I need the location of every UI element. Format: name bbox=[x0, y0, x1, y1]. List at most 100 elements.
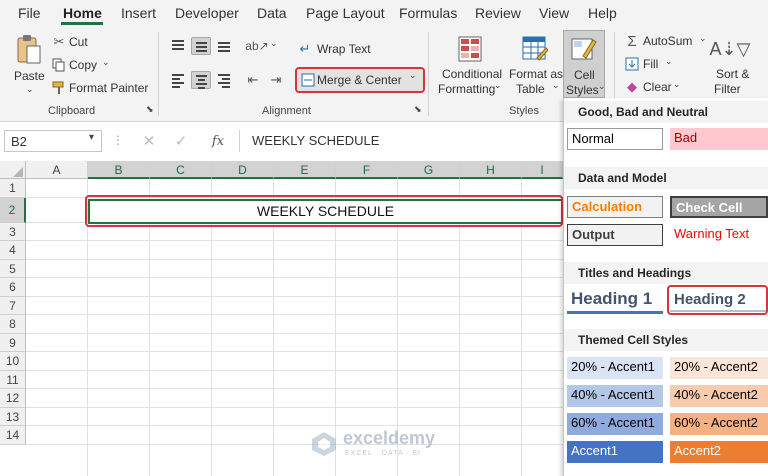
row-header-7[interactable]: 7 bbox=[0, 296, 26, 315]
row-header-12[interactable]: 12 bbox=[0, 389, 26, 408]
clear-button[interactable]: ◆ Clear ⌄ bbox=[625, 79, 685, 95]
insert-function-icon[interactable]: fx bbox=[208, 131, 228, 151]
row-header-6[interactable]: 6 bbox=[0, 278, 26, 297]
column-header-e[interactable]: E bbox=[274, 161, 336, 179]
copy-label: Copy bbox=[69, 58, 98, 72]
row-header-14[interactable]: 14 bbox=[0, 426, 26, 445]
style-warning-text[interactable]: Warning Text bbox=[670, 224, 768, 246]
formula-input[interactable]: WEEKLY SCHEDULE bbox=[239, 130, 569, 152]
wrap-text-button[interactable]: ↵ Wrap Text bbox=[297, 40, 387, 58]
style-calculation[interactable]: Calculation bbox=[567, 196, 663, 218]
chevron-down-icon: ⌄ bbox=[552, 80, 560, 90]
menu-home[interactable]: Home bbox=[63, 5, 102, 21]
menu-view[interactable]: View bbox=[539, 5, 569, 21]
sort-filter-button[interactable]: A⇣▽ Sort & Filter bbox=[710, 34, 768, 98]
style-20-accent1[interactable]: 20% - Accent1 bbox=[567, 357, 663, 379]
cell-styles-button[interactable]: Cell Styles ⌄ bbox=[563, 30, 606, 98]
group-divider bbox=[428, 32, 429, 116]
orientation-icon[interactable]: ab↗ bbox=[245, 38, 269, 54]
dialog-launcher-icon[interactable]: ⬊ bbox=[414, 104, 422, 115]
middle-align-button[interactable] bbox=[191, 37, 211, 55]
copy-button[interactable]: Copy ⌄ bbox=[52, 57, 112, 73]
column-header-f[interactable]: F bbox=[336, 161, 398, 179]
row-header-8[interactable]: 8 bbox=[0, 315, 26, 334]
style-20-accent2[interactable]: 20% - Accent2 bbox=[670, 357, 768, 379]
style-60-accent2[interactable]: 60% - Accent2 bbox=[670, 413, 768, 435]
style-accent2[interactable]: Accent2 bbox=[670, 441, 768, 463]
row-header-10[interactable]: 10 bbox=[0, 352, 26, 371]
fill-button[interactable]: Fill ⌄ bbox=[625, 56, 675, 72]
styles-group-label: Styles bbox=[509, 105, 539, 117]
column-header-i[interactable]: I bbox=[522, 161, 563, 179]
row-gridline bbox=[26, 277, 563, 278]
menu-developer[interactable]: Developer bbox=[175, 5, 239, 21]
column-header-d[interactable]: D bbox=[212, 161, 274, 179]
align-center-button[interactable] bbox=[191, 71, 211, 89]
format-painter-button[interactable]: Format Painter bbox=[52, 80, 152, 96]
style-accent1[interactable]: Accent1 bbox=[567, 441, 663, 463]
dialog-launcher-icon[interactable]: ⬊ bbox=[146, 104, 154, 115]
menu-formulas[interactable]: Formulas bbox=[399, 5, 457, 21]
row-gridline bbox=[26, 406, 563, 408]
row-header-1[interactable]: 1 bbox=[0, 179, 26, 198]
style-check-cell[interactable]: Check Cell bbox=[670, 196, 768, 218]
column-header-g[interactable]: G bbox=[398, 161, 460, 179]
menu-page-layout[interactable]: Page Layout bbox=[306, 5, 385, 21]
sort-filter-label-1: Sort & bbox=[716, 67, 750, 81]
menu-review[interactable]: Review bbox=[475, 5, 521, 21]
clear-label: Clear bbox=[643, 80, 672, 94]
menu-insert[interactable]: Insert bbox=[121, 5, 156, 21]
select-all-corner[interactable] bbox=[0, 161, 26, 179]
format-as-table-label-1: Format as bbox=[509, 67, 564, 81]
fill-label: Fill bbox=[643, 57, 659, 71]
row-header-3[interactable]: 3 bbox=[0, 222, 26, 241]
chevron-down-icon: ⌄ bbox=[699, 33, 707, 43]
highlight-box bbox=[85, 195, 563, 227]
conditional-formatting-icon bbox=[458, 36, 482, 62]
row-gridline bbox=[26, 369, 563, 371]
cell-styles-label-1: Cell bbox=[574, 68, 595, 82]
conditional-formatting-button[interactable]: Conditional Formatting ⌄ bbox=[436, 34, 502, 98]
style-60-accent1[interactable]: 60% - Accent1 bbox=[567, 413, 663, 435]
row-header-2[interactable]: 2 bbox=[0, 197, 26, 223]
align-left-button[interactable] bbox=[168, 71, 188, 89]
autosum-button[interactable]: Σ AutoSum ⌄ bbox=[625, 32, 707, 50]
chevron-down-icon: ⌄ bbox=[270, 38, 278, 48]
bottom-align-button[interactable] bbox=[214, 37, 234, 55]
top-align-button[interactable] bbox=[168, 37, 188, 55]
style-40-accent2[interactable]: 40% - Accent2 bbox=[670, 385, 768, 407]
sigma-icon: Σ bbox=[627, 32, 637, 50]
wrap-text-icon: ↵ bbox=[299, 41, 311, 56]
paste-button[interactable]: Paste ⌄ bbox=[8, 32, 48, 98]
row-header-5[interactable]: 5 bbox=[0, 259, 26, 278]
decrease-indent-icon[interactable]: ⇤ bbox=[243, 72, 263, 88]
row-header-4[interactable]: 4 bbox=[0, 241, 26, 260]
menu-help[interactable]: Help bbox=[588, 5, 617, 21]
chevron-down-icon: ⌄ bbox=[494, 80, 502, 90]
style-output[interactable]: Output bbox=[567, 224, 663, 246]
column-header-h[interactable]: H bbox=[460, 161, 522, 179]
align-right-button[interactable] bbox=[214, 71, 234, 89]
row-header-13[interactable]: 13 bbox=[0, 407, 26, 426]
menu-data[interactable]: Data bbox=[257, 5, 287, 21]
style-40-accent1[interactable]: 40% - Accent1 bbox=[567, 385, 663, 407]
format-as-table-button[interactable]: Format as Table ⌄ bbox=[508, 34, 564, 98]
name-box[interactable]: B2 ▾ bbox=[4, 130, 102, 152]
row-gridline bbox=[26, 240, 563, 241]
enter-icon[interactable]: ✓ bbox=[172, 131, 190, 151]
column-header-a[interactable]: A bbox=[26, 161, 88, 179]
menu-file[interactable]: File bbox=[18, 5, 41, 21]
cut-button[interactable]: ✂ Cut bbox=[52, 34, 102, 50]
format-painter-label: Format Painter bbox=[69, 81, 149, 95]
row-header-9[interactable]: 9 bbox=[0, 333, 26, 352]
section-titles-headings: Titles and Headings bbox=[564, 262, 768, 284]
column-header-b[interactable]: B bbox=[88, 161, 150, 179]
row-header-11[interactable]: 11 bbox=[0, 370, 26, 389]
style-bad[interactable]: Bad bbox=[670, 128, 768, 150]
style-normal[interactable]: Normal bbox=[567, 128, 663, 150]
chevron-down-icon: ▾ bbox=[89, 132, 95, 143]
column-header-c[interactable]: C bbox=[150, 161, 212, 179]
cancel-icon[interactable]: ✕ bbox=[140, 131, 158, 151]
increase-indent-icon[interactable]: ⇥ bbox=[266, 72, 286, 88]
style-heading-1[interactable]: Heading 1 bbox=[567, 288, 663, 314]
